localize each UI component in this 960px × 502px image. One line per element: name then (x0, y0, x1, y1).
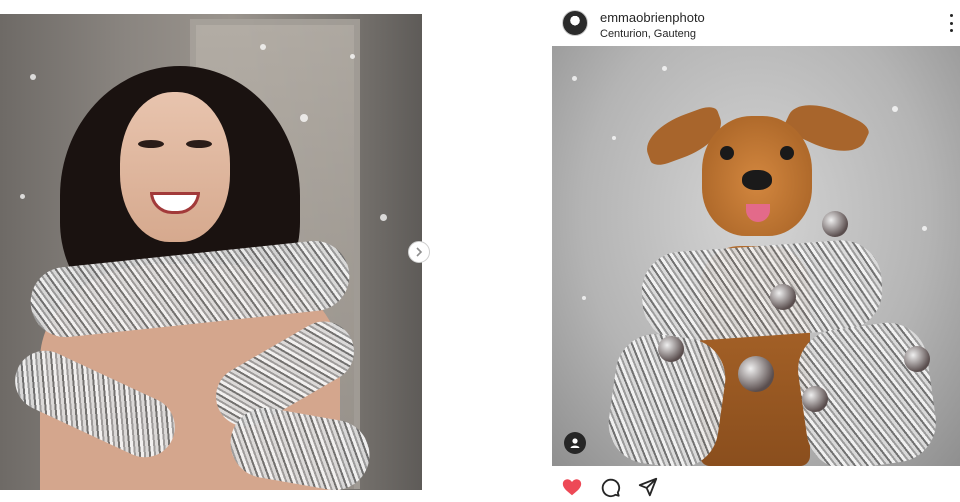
bokeh-sparkle (380, 214, 387, 221)
person-face (120, 92, 230, 242)
bokeh-sparkle (300, 114, 308, 122)
dog-nose (742, 170, 772, 190)
heart-icon (562, 479, 582, 496)
right-eye (186, 140, 212, 148)
post-actions (560, 474, 660, 500)
more-options-icon[interactable] (946, 14, 956, 32)
bokeh-sparkle (260, 44, 266, 50)
sequin (802, 386, 828, 412)
chevron-right-icon (416, 247, 423, 257)
right-post-image[interactable] (552, 46, 960, 466)
user-tag-button[interactable] (564, 432, 586, 454)
left-post-image[interactable] (0, 14, 422, 490)
sequin (658, 336, 684, 362)
like-button[interactable] (560, 475, 584, 499)
sequin (904, 346, 930, 372)
bokeh-sparkle (662, 66, 667, 71)
bokeh-sparkle (572, 76, 577, 81)
dog-right-eye (780, 146, 794, 160)
sequin (822, 211, 848, 237)
avatar[interactable] (562, 10, 588, 36)
smile (150, 192, 200, 214)
share-icon (638, 477, 658, 497)
bokeh-sparkle (582, 296, 586, 300)
sequin (738, 356, 774, 392)
bokeh-sparkle (922, 226, 927, 231)
share-button[interactable] (636, 475, 660, 499)
bokeh-sparkle (892, 106, 898, 112)
bokeh-sparkle (20, 194, 25, 199)
bokeh-sparkle (30, 74, 36, 80)
carousel-next-button[interactable] (408, 241, 430, 263)
post-header: emmaobrienphoto Centurion, Gauteng (552, 6, 960, 44)
sequin (770, 284, 796, 310)
comment-icon (601, 478, 621, 498)
location[interactable]: Centurion, Gauteng (600, 28, 696, 40)
bokeh-sparkle (350, 54, 355, 59)
comment-button[interactable] (598, 475, 622, 499)
user-tag-icon (570, 438, 580, 448)
bokeh-sparkle (612, 136, 616, 140)
username[interactable]: emmaobrienphoto (600, 10, 705, 25)
dog-left-eye (720, 146, 734, 160)
left-eye (138, 140, 164, 148)
